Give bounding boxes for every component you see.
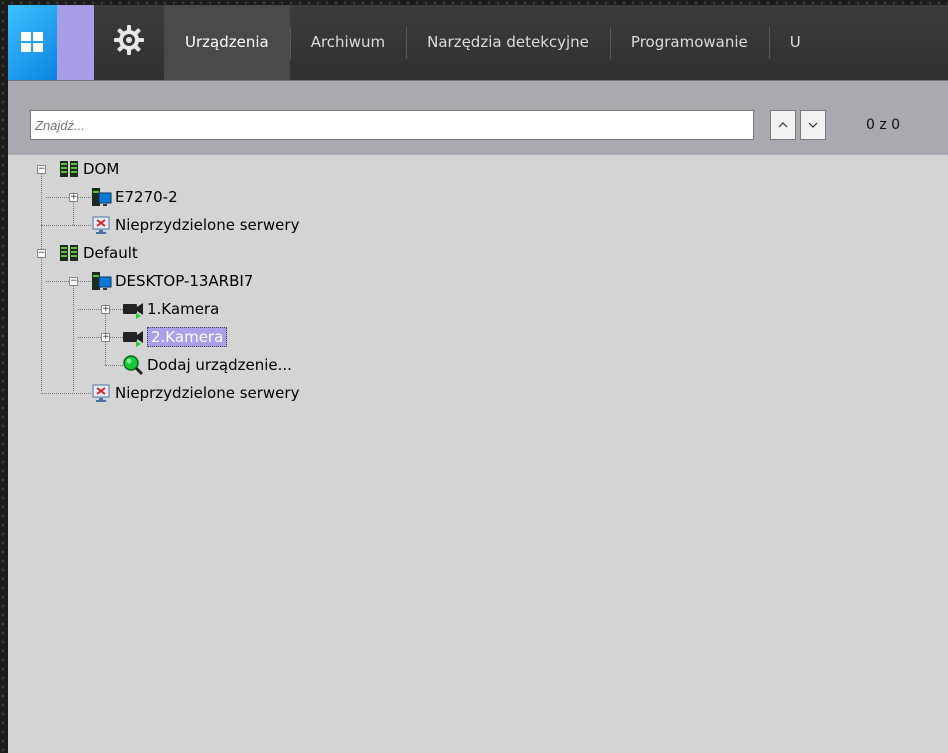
tree-label: E7270-2 bbox=[115, 188, 178, 206]
tree-label: DESKTOP-13ARBI7 bbox=[115, 272, 254, 290]
expand-cam2-toggle[interactable]: + bbox=[101, 333, 110, 342]
collapse-default-toggle[interactable]: − bbox=[37, 249, 46, 258]
tree-label: Nieprzydzielone serwery bbox=[115, 216, 300, 234]
grid-icon bbox=[21, 32, 43, 52]
unassigned-server-icon bbox=[92, 216, 110, 234]
search-result-counter: 0 z 0 bbox=[866, 117, 901, 133]
tree-label: Default bbox=[83, 244, 138, 262]
gear-icon bbox=[114, 25, 144, 55]
tab-programowanie[interactable]: Programowanie bbox=[609, 5, 769, 80]
tree-node-add-device[interactable]: Dodaj urządzenie... bbox=[122, 354, 292, 376]
tree-node-unassigned-servers[interactable]: Nieprzydzielone serwery bbox=[90, 214, 299, 236]
server-computer-icon bbox=[92, 272, 112, 290]
tree-node-desktop[interactable]: DESKTOP-13ARBI7 bbox=[90, 270, 253, 292]
devices-panel: 0 z 0 − + − − + + bbox=[8, 80, 948, 753]
tree-node-dom[interactable]: DOM bbox=[58, 158, 119, 180]
tree-node-e7270[interactable]: E7270-2 bbox=[90, 186, 178, 208]
server-group-icon bbox=[60, 161, 78, 177]
tree-node-default[interactable]: Default bbox=[58, 242, 138, 264]
expand-cam1-toggle[interactable]: + bbox=[101, 305, 110, 314]
tab-urzadzenia[interactable]: Urządzenia bbox=[164, 5, 290, 80]
collapse-desktop-toggle[interactable]: − bbox=[69, 277, 78, 286]
layouts-button[interactable] bbox=[8, 5, 57, 80]
app-window: Urządzenia Archiwum Narzędzia detekcyjne… bbox=[8, 5, 948, 753]
server-computer-icon bbox=[92, 188, 112, 206]
search-input[interactable] bbox=[30, 110, 754, 140]
tab-truncated[interactable]: U bbox=[768, 5, 822, 80]
tree-label-selected: 2.Kamera bbox=[147, 327, 228, 347]
camera-icon bbox=[123, 303, 143, 319]
chevron-down-icon bbox=[808, 122, 818, 128]
layout-indicator[interactable] bbox=[57, 5, 94, 80]
tree-node-unassigned-servers[interactable]: Nieprzydzielone serwery bbox=[90, 382, 299, 404]
search-add-icon bbox=[123, 355, 144, 376]
camera-icon bbox=[123, 331, 143, 347]
tab-narzedzia-detekcyjne[interactable]: Narzędzia detekcyjne bbox=[406, 5, 610, 80]
search-next-button[interactable] bbox=[800, 110, 826, 140]
search-bar: 0 z 0 bbox=[8, 81, 948, 155]
tree-node-camera-1[interactable]: 1.Kamera bbox=[122, 298, 219, 320]
server-group-icon bbox=[60, 245, 78, 261]
tree-node-camera-2[interactable]: 2.Kamera bbox=[122, 326, 228, 348]
chevron-up-icon bbox=[778, 122, 788, 128]
main-tabs: Urządzenia Archiwum Narzędzia detekcyjne… bbox=[164, 5, 822, 80]
expand-e7270-toggle[interactable]: + bbox=[69, 193, 78, 202]
unassigned-server-icon bbox=[92, 384, 110, 402]
tree-label: Dodaj urządzenie... bbox=[147, 356, 292, 374]
collapse-dom-toggle[interactable]: − bbox=[37, 165, 46, 174]
tab-archiwum[interactable]: Archiwum bbox=[289, 5, 406, 80]
tree-label: Nieprzydzielone serwery bbox=[115, 384, 300, 402]
tree-label: 1.Kamera bbox=[147, 300, 220, 318]
tree-label: DOM bbox=[83, 160, 120, 178]
settings-button[interactable] bbox=[94, 5, 164, 80]
search-prev-button[interactable] bbox=[770, 110, 796, 140]
top-toolbar: Urządzenia Archiwum Narzędzia detekcyjne… bbox=[8, 5, 948, 80]
